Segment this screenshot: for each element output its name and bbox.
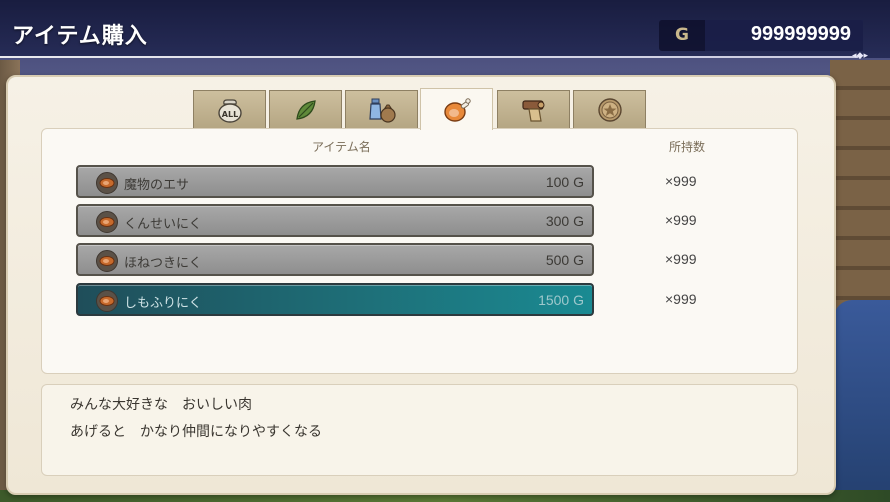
tab-all[interactable]: ALL <box>193 90 266 128</box>
svg-text:ALL: ALL <box>221 110 237 119</box>
owned-count: ×999 <box>665 212 697 228</box>
gold-value-box: 999999999 <box>705 20 863 51</box>
tab-valuables[interactable] <box>573 90 646 128</box>
leaf-icon <box>295 99 316 120</box>
item-name: くんせいにく <box>124 217 202 232</box>
item-row[interactable]: 魔物のエサ 100 G <box>76 165 594 198</box>
column-header-owned: 所持数 <box>669 140 706 154</box>
tab-herbs[interactable] <box>269 90 342 128</box>
owned-count: ×999 <box>665 251 697 267</box>
meat-icon <box>443 97 471 122</box>
meat-icon <box>96 250 118 272</box>
divider-ornament-icon: ◂◆▸ <box>852 51 868 61</box>
column-header-item-name: アイテム名 <box>312 140 371 154</box>
page-title: アイテム購入 <box>12 24 148 49</box>
potion-bag-icon <box>368 98 396 123</box>
owned-count: ×999 <box>665 291 697 307</box>
owned-count: ×999 <box>665 173 697 189</box>
item-price: 300 G <box>545 213 584 229</box>
gold-currency-label: G <box>675 25 689 45</box>
gold-display: G 999999999 <box>659 20 863 51</box>
meat-icon <box>96 290 118 312</box>
tab-tools[interactable] <box>497 90 570 128</box>
tab-potions[interactable] <box>345 90 418 128</box>
item-price: 100 G <box>545 174 584 190</box>
item-name: ほねつきにく <box>124 256 202 271</box>
medal-icon <box>597 97 622 122</box>
description-line-2: あげると かなり仲間になりやすくなる <box>70 424 322 440</box>
header-divider <box>0 56 858 58</box>
description-line-1: みんな大好きな おいしい肉 <box>70 397 252 413</box>
header-bar: アイテム購入 G 999999999 <box>0 0 890 58</box>
background-character <box>834 300 890 502</box>
gold-amount: 999999999 <box>750 23 851 45</box>
meat-icon <box>96 172 118 194</box>
item-name: しもふりにく <box>124 296 202 311</box>
item-price: 500 G <box>545 252 584 268</box>
tab-food[interactable] <box>420 88 493 130</box>
scroll-icon <box>521 99 544 122</box>
item-price: 1500 G <box>538 292 584 308</box>
item-description-box: みんな大好きな おいしい肉 あげると かなり仲間になりやすくなる <box>41 384 798 476</box>
item-row[interactable]: ほねつきにく 500 G <box>76 243 594 276</box>
item-list-card: アイテム名 所持数 魔物のエサ 100 G ×999 くんせいにく 300 G … <box>41 128 798 374</box>
meat-icon <box>96 211 118 233</box>
item-row[interactable]: くんせいにく 300 G <box>76 204 594 237</box>
item-name: 魔物のエサ <box>124 178 190 193</box>
item-row-selected[interactable]: しもふりにく 1500 G <box>76 283 594 316</box>
all-bag-icon: ALL <box>217 98 242 123</box>
